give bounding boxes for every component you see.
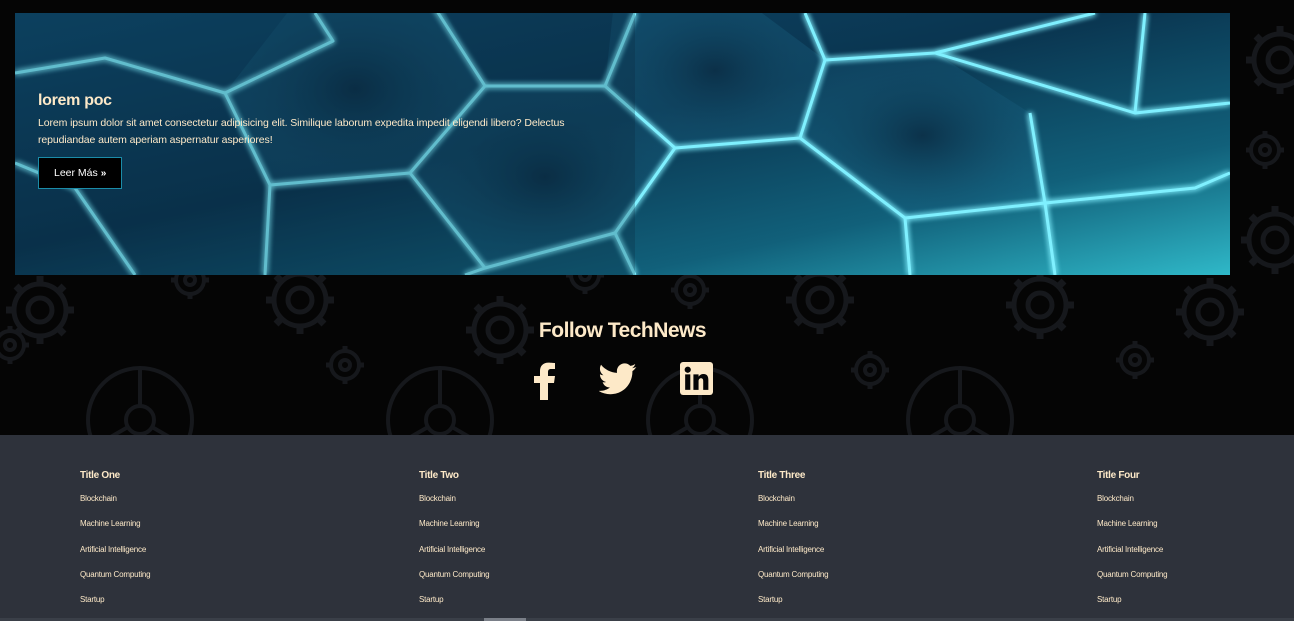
read-more-button[interactable]: Leer Más » — [38, 157, 123, 189]
social-links — [0, 362, 1294, 402]
footer-link-list: Blockchain Machine Learning Artificial I… — [1097, 493, 1168, 619]
footer-column-title: Title Three — [758, 470, 806, 481]
linkedin-icon[interactable] — [680, 362, 713, 400]
footer-link[interactable]: Startup — [419, 594, 489, 619]
footer-link[interactable]: Artificial Intelligence — [1097, 544, 1167, 569]
footer-column-title: Title One — [80, 470, 120, 481]
footer-column-title: Title Two — [419, 470, 459, 481]
follow-section: Follow TechNews — [0, 315, 1245, 347]
footer-link[interactable]: Blockchain — [1097, 493, 1167, 518]
footer-column-title: Title Four — [1097, 470, 1140, 481]
footer: Title One Blockchain Machine Learning Ar… — [0, 435, 1294, 621]
footer-link[interactable]: Machine Learning — [758, 518, 828, 543]
footer-link[interactable]: Blockchain — [419, 493, 489, 518]
footer-link[interactable]: Quantum Computing — [758, 569, 829, 594]
footer-link[interactable]: Blockchain — [758, 493, 828, 518]
footer-link-list: Blockchain Machine Learning Artificial I… — [758, 493, 829, 619]
footer-link-list: Blockchain Machine Learning Artificial I… — [419, 493, 490, 619]
footer-link[interactable]: Startup — [1097, 594, 1167, 619]
twitter-icon[interactable] — [598, 362, 637, 401]
hero-description: Lorem ipsum dolor sit amet consectetur a… — [38, 117, 565, 146]
footer-link[interactable]: Machine Learning — [419, 518, 489, 543]
footer-link[interactable]: Startup — [758, 594, 828, 619]
footer-link[interactable]: Machine Learning — [80, 518, 150, 543]
footer-column: Title Three Blockchain Machine Learning … — [758, 469, 829, 619]
footer-link[interactable]: Artificial Intelligence — [80, 544, 150, 569]
footer-link[interactable]: Blockchain — [80, 493, 150, 518]
double-chevron-right-icon: » — [100, 167, 107, 179]
read-more-label: Leer Más — [54, 167, 98, 179]
hero-title: lorem poc — [38, 92, 112, 109]
footer-link[interactable]: Artificial Intelligence — [419, 544, 489, 569]
footer-column: Title Four Blockchain Machine Learning A… — [1097, 469, 1168, 619]
footer-column: Title Two Blockchain Machine Learning Ar… — [419, 469, 490, 619]
footer-link[interactable]: Machine Learning — [1097, 518, 1167, 543]
footer-link[interactable]: Quantum Computing — [80, 569, 151, 594]
follow-title: Follow TechNews — [538, 319, 707, 342]
footer-link[interactable]: Artificial Intelligence — [758, 544, 828, 569]
hero-banner: lorem poc Lorem ipsum dolor sit amet con… — [15, 13, 1230, 275]
facebook-icon[interactable] — [531, 362, 557, 405]
footer-column: Title One Blockchain Machine Learning Ar… — [80, 469, 151, 619]
footer-link-list: Blockchain Machine Learning Artificial I… — [80, 493, 151, 619]
page: lorem poc Lorem ipsum dolor sit amet con… — [0, 0, 1294, 621]
footer-link[interactable]: Quantum Computing — [419, 569, 490, 594]
hero-content: lorem poc Lorem ipsum dolor sit amet con… — [38, 91, 618, 189]
footer-link[interactable]: Quantum Computing — [1097, 569, 1168, 594]
footer-link[interactable]: Startup — [80, 594, 150, 619]
